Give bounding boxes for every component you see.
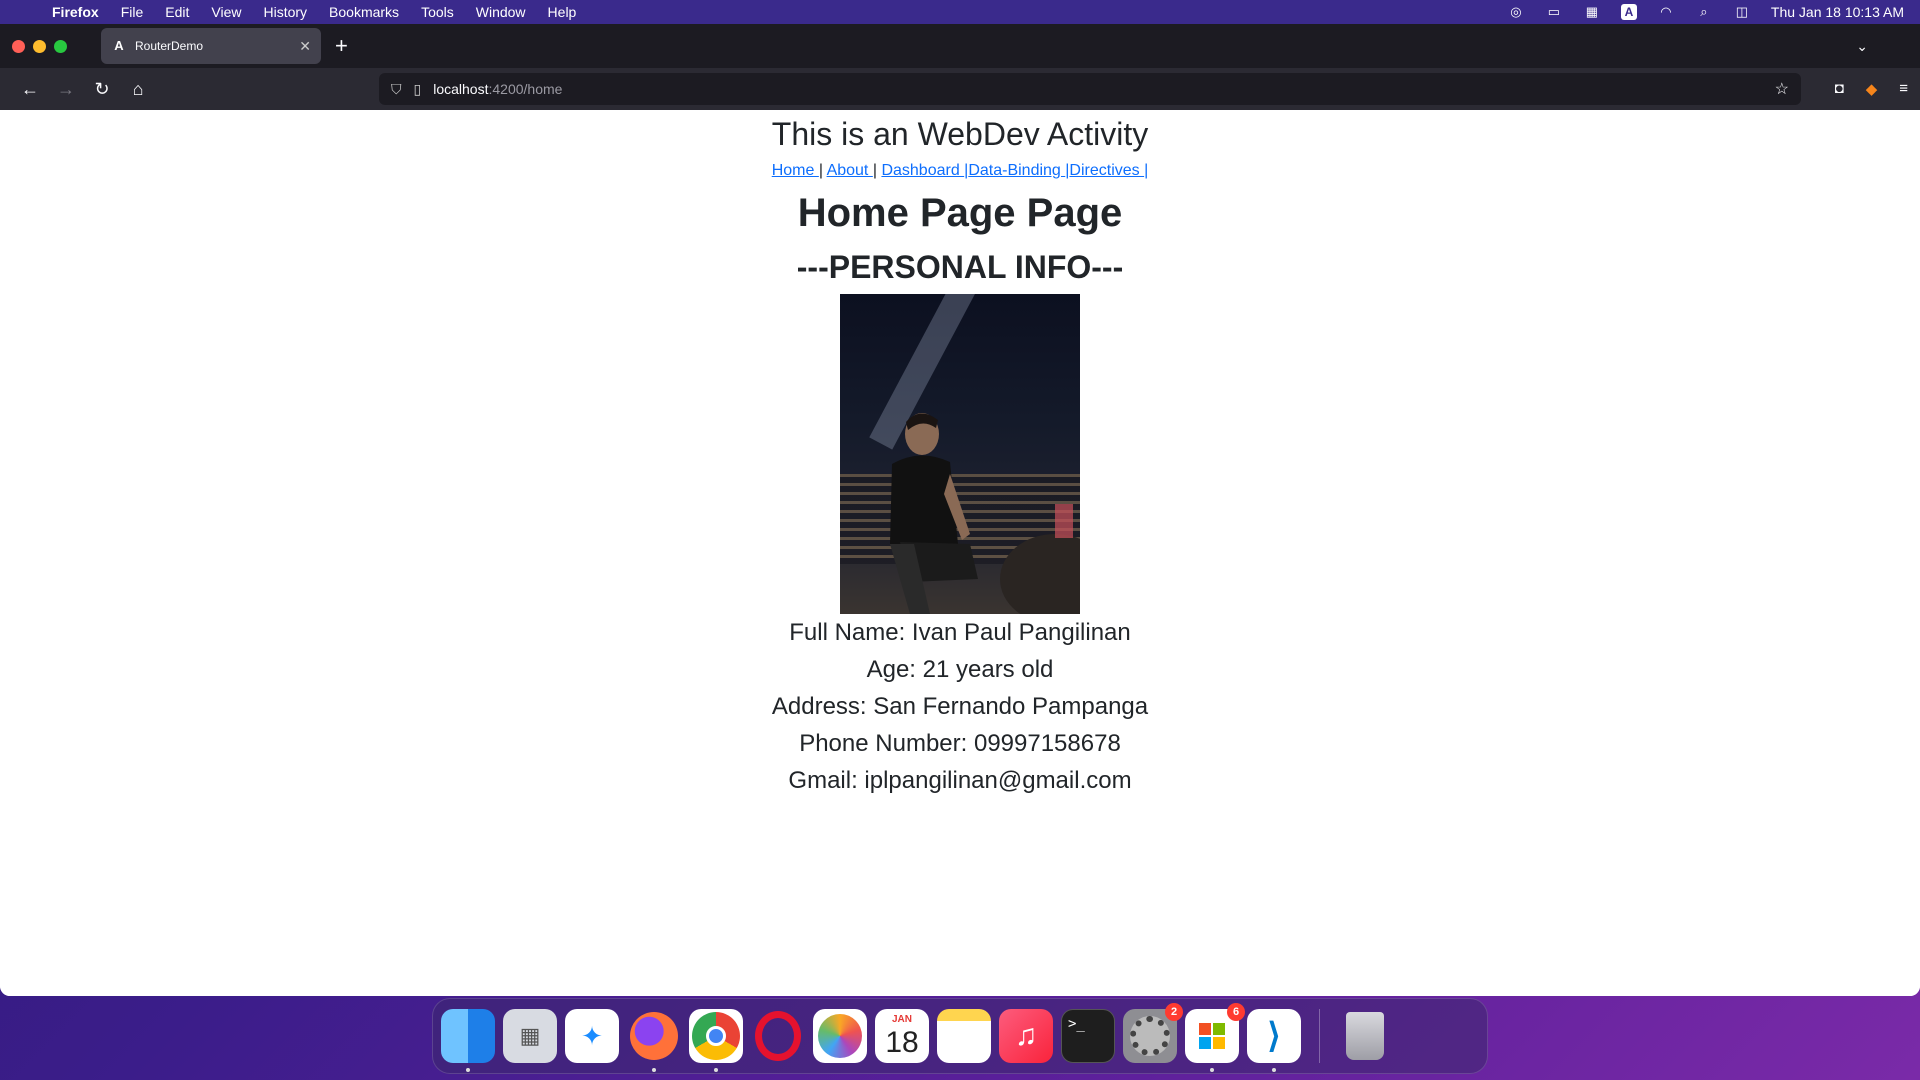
chrome-icon[interactable] (689, 1009, 743, 1072)
tab-close-icon[interactable]: ✕ (299, 38, 311, 55)
menu-file[interactable]: File (121, 4, 144, 20)
info-phone: Phone Number: 09997158678 (799, 730, 1121, 757)
launchpad-icon[interactable]: ▦ (503, 1009, 557, 1063)
info-full-name: Full Name: Ivan Paul Pangilinan (789, 619, 1131, 646)
menu-help[interactable]: Help (548, 4, 577, 20)
new-tab-icon[interactable]: + (335, 33, 348, 59)
toolbar-right-icons: ◘ ◆ ≡ (1835, 80, 1908, 98)
back-arrow-icon[interactable]: ← (12, 79, 48, 100)
minimize-window-button[interactable] (33, 39, 46, 53)
nav-link-separator[interactable]: | (1144, 162, 1148, 179)
close-window-button[interactable] (12, 39, 25, 53)
menu-tools[interactable]: Tools (421, 4, 454, 20)
profile-photo (840, 294, 1080, 614)
macos-menu-bar: Firefox File Edit View History Bookmarks… (0, 0, 1920, 24)
spotlight-search-icon[interactable]: ⌕ (1695, 4, 1713, 19)
metamask-extension-icon[interactable]: ◆ (1866, 80, 1878, 98)
page-heading: Home Page Page (797, 191, 1123, 235)
trash-icon[interactable] (1338, 1009, 1392, 1063)
settings-badge: 2 (1165, 1003, 1183, 1021)
address-bar[interactable]: ⛉ ▯ localhost:4200/home ☆ (379, 73, 1801, 105)
tab-title: RouterDemo (135, 39, 204, 53)
menubar-clock[interactable]: Thu Jan 18 10:13 AM (1771, 4, 1904, 20)
app-menu-icon[interactable]: ≡ (1899, 80, 1908, 98)
dock-separator (1319, 1009, 1320, 1063)
creative-cloud-icon[interactable]: ◎ (1507, 4, 1525, 19)
photos-icon[interactable] (813, 1009, 867, 1063)
screen-mirroring-icon[interactable]: ▭ (1545, 4, 1563, 19)
page-content: This is an WebDev Activity Home | About … (0, 110, 1920, 996)
list-all-tabs-chevron-icon[interactable]: ⌄ (1856, 38, 1868, 55)
opera-icon[interactable] (751, 1009, 805, 1063)
wifi-icon[interactable]: ◠ (1657, 4, 1675, 19)
site-title: This is an WebDev Activity (771, 116, 1149, 152)
info-age: Age: 21 years old (866, 656, 1054, 683)
window-controls (12, 39, 67, 53)
menu-bookmarks[interactable]: Bookmarks (329, 4, 399, 20)
input-source-icon[interactable]: A (1620, 4, 1637, 20)
url-path: :4200/home (488, 81, 563, 97)
nav-link-about[interactable]: About (827, 162, 873, 179)
menu-view[interactable]: View (211, 4, 241, 20)
menubar-status-area: ◎ ▭ ▦ A ◠ ⌕ ◫ Thu Jan 18 10:13 AM (1507, 4, 1904, 20)
menu-app-name[interactable]: Firefox (52, 4, 99, 20)
music-icon[interactable]: ♫ (999, 1009, 1053, 1063)
nav-separator: | (872, 162, 877, 179)
person-silhouette (890, 413, 978, 614)
calendar-day: 18 (885, 1026, 919, 1059)
microsoft-store-icon[interactable]: 6 (1185, 1003, 1245, 1072)
navigation-toolbar: ← → ↻ ⌂ ⛉ ▯ localhost:4200/home ☆ ◘ ◆ ≡ (0, 68, 1920, 110)
store-badge: 6 (1227, 1003, 1245, 1021)
nav-separator: | (818, 162, 823, 179)
info-gmail: Gmail: iplpangilinan@gmail.com (788, 767, 1132, 794)
router-nav: Home | About | Dashboard |Data-Binding |… (0, 162, 1920, 180)
tab-bar: A RouterDemo ✕ + ⌄ (0, 24, 1920, 68)
menu-window[interactable]: Window (476, 4, 526, 20)
calendar-month: JAN (891, 1014, 912, 1025)
menu-edit[interactable]: Edit (165, 4, 189, 20)
info-address: Address: San Fernando Pampanga (771, 693, 1149, 720)
tab-routerdemo[interactable]: A RouterDemo ✕ (101, 28, 321, 64)
firefox-icon[interactable] (627, 1009, 681, 1072)
home-icon[interactable]: ⌂ (120, 79, 156, 100)
safari-icon[interactable]: ✦ (565, 1009, 619, 1063)
angular-favicon-icon: A (114, 38, 124, 53)
macos-dock: ▦ ✦ JAN 18 ♫ >_ 2 6 ⟩ (432, 998, 1488, 1074)
nav-link-directives[interactable]: Directives (1069, 162, 1144, 179)
bookmark-star-icon[interactable]: ☆ (1775, 79, 1789, 99)
terminal-prompt: >_ (1068, 1016, 1085, 1032)
notes-icon[interactable] (937, 1009, 991, 1063)
nav-link-data-binding[interactable]: Data-Binding (968, 162, 1065, 179)
window-grid-icon[interactable]: ▦ (1583, 4, 1601, 19)
firefox-window: A RouterDemo ✕ + ⌄ ← → ↻ ⌂ ⛉ ▯ localhost… (0, 24, 1920, 996)
system-settings-icon[interactable]: 2 (1123, 1003, 1183, 1063)
menu-history[interactable]: History (263, 4, 307, 20)
url-host: localhost (433, 81, 489, 97)
tracking-protection-shield-icon[interactable]: ⛉ (391, 81, 402, 98)
calendar-icon[interactable]: JAN 18 (875, 1009, 929, 1063)
control-center-icon[interactable]: ◫ (1733, 4, 1751, 19)
personal-info: Full Name: Ivan Paul Pangilinan Age: 21 … (0, 614, 1920, 799)
zoom-window-button[interactable] (54, 39, 67, 53)
forward-arrow-icon[interactable]: → (48, 79, 84, 100)
nav-link-dashboard[interactable]: Dashboard (881, 162, 964, 179)
terminal-icon[interactable]: >_ (1061, 1009, 1115, 1063)
pocket-icon[interactable]: ◘ (1835, 80, 1844, 98)
finder-icon[interactable] (441, 1009, 495, 1072)
reload-icon[interactable]: ↻ (84, 79, 120, 100)
nav-link-home[interactable]: Home (772, 162, 819, 179)
vscode-icon[interactable]: ⟩ (1247, 1009, 1301, 1072)
page-info-icon[interactable]: ▯ (414, 81, 422, 98)
section-heading: ---PERSONAL INFO--- (796, 249, 1124, 285)
